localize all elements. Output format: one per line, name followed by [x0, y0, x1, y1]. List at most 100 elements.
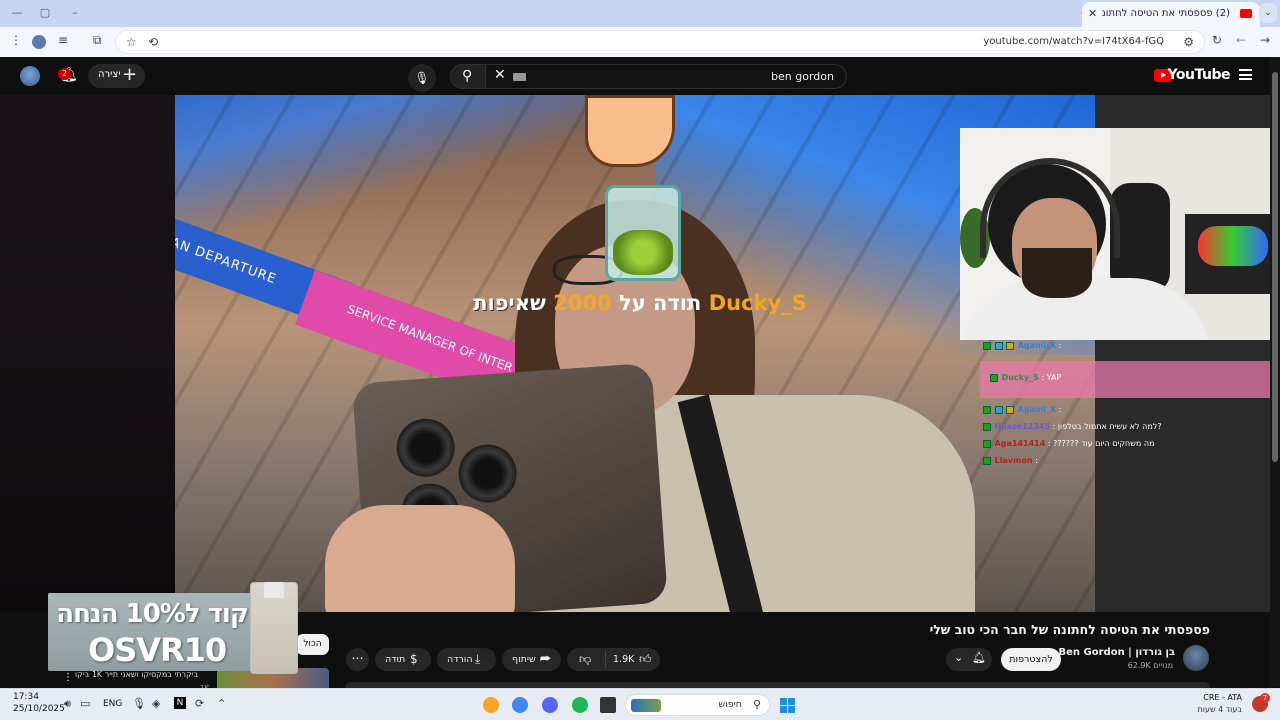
filter-chip-all[interactable]: הכול — [296, 634, 329, 655]
clear-search-icon[interactable]: ✕ — [494, 67, 506, 83]
address-bar[interactable]: ☆ ⟲ youtube.com/watch?v=I74tX64-fGQ ⚙ — [115, 30, 1205, 54]
search-button[interactable]: ⚲ — [450, 64, 486, 89]
volume-icon[interactable]: 🔊︎ — [64, 697, 71, 711]
share-button[interactable]: שיתוף ⮫ — [502, 648, 561, 671]
video-title: פספסתי את הטיסה לחתונה של חבר הכי טוב של… — [929, 622, 1210, 637]
taskbar-search-placeholder: חיפוש — [718, 699, 742, 710]
reload-icon[interactable]: ↻ — [1212, 33, 1222, 47]
perfume-cap — [264, 582, 284, 598]
camera-lens-icon — [456, 442, 519, 505]
notion-icon[interactable]: N — [174, 697, 186, 709]
like-icon[interactable]: 👍︎ — [639, 648, 652, 671]
player-left-gutter — [0, 95, 175, 612]
search-query: ben gordon — [771, 70, 834, 83]
download-button[interactable]: הורדה ⤓ — [437, 648, 496, 671]
guide-menu-icon[interactable] — [1239, 69, 1252, 80]
search-input[interactable]: ✕ ben gordon — [485, 64, 847, 89]
chat-username: Liavmon — [994, 456, 1033, 465]
account-avatar[interactable] — [20, 66, 40, 86]
forward-icon[interactable]: ← — [1236, 33, 1246, 47]
maximize-window-icon[interactable]: ▢ — [36, 5, 54, 21]
download-label: הורדה — [447, 654, 473, 665]
tray-sync-icon[interactable]: ⟳ — [195, 697, 204, 710]
more-actions-button[interactable]: ⋯ — [346, 648, 369, 671]
microphone-icon[interactable]: 🎙︎ — [132, 697, 146, 710]
headset-icon — [980, 158, 1120, 258]
create-button[interactable]: יצירה + — [88, 64, 145, 88]
channel-avatar[interactable] — [1183, 645, 1209, 671]
clock-date[interactable]: 25/10/2025 — [13, 704, 65, 714]
thanks-button[interactable]: תודה $ — [375, 648, 431, 671]
discord-icon[interactable] — [542, 697, 558, 713]
donation-amount: 2000 — [553, 291, 612, 315]
youtube-header: 🔔︎ יצירה + 🎙︎ ⚲ ✕ ben gordon YouTube — [0, 57, 1280, 95]
pointing-hand-icon — [585, 95, 675, 167]
chat-message: Ducky_S : YAP — [990, 373, 1061, 387]
video-player[interactable]: IAN DEPARTURE SERVICE MANAGER OF INTER D… — [175, 95, 1095, 612]
app-icon[interactable] — [600, 697, 616, 713]
cast-icon[interactable]: ⟲ — [148, 35, 158, 49]
input-language[interactable]: ENG — [103, 699, 122, 709]
windows-start-icon[interactable] — [780, 698, 795, 713]
search-icon: ⚲ — [752, 698, 761, 711]
chat-username: Hilaze12345 — [994, 422, 1051, 431]
thanks-label: תודה — [385, 654, 406, 665]
channel-name[interactable]: Ben Gordon | בן גורדון — [1059, 647, 1175, 658]
weather-title[interactable]: CRE - ATA — [1203, 693, 1242, 702]
scrollbar-thumb[interactable] — [1272, 72, 1278, 462]
badge-icon — [990, 373, 998, 382]
notifications-dropdown-button[interactable]: 🔔︎ ⌄ — [946, 648, 992, 671]
close-tab-icon[interactable]: ✕ — [1088, 7, 1097, 20]
donor-name: Ducky_S — [708, 291, 807, 315]
youtube-logo-text[interactable]: YouTube — [1168, 67, 1231, 83]
badge-icon — [1006, 341, 1015, 350]
chrome-icon[interactable] — [512, 697, 528, 713]
app-icon[interactable] — [483, 697, 499, 713]
media-control-icon[interactable]: ≡ — [58, 33, 68, 47]
back-icon[interactable]: → — [1260, 33, 1270, 47]
donation-suffix: שאיפות — [473, 291, 546, 315]
youtube-favicon-icon — [1240, 9, 1252, 18]
browser-tab-active[interactable]: ✕ (2) פספסתי את הטיסה לחתונה — [1082, 2, 1260, 27]
chat-message: Liavmon : — [983, 456, 1038, 470]
more-options-icon[interactable]: ⋮ — [63, 672, 73, 683]
bookmark-star-icon[interactable]: ☆ — [126, 35, 137, 49]
spotify-icon[interactable] — [572, 697, 588, 713]
subscribe-button[interactable]: להצטרפות — [1001, 648, 1061, 671]
weather-badge: 7 — [1260, 693, 1270, 703]
close-window-icon[interactable]: — — [8, 5, 26, 21]
streamer-webcam — [960, 128, 1270, 340]
chat-username: Aga141414 — [994, 439, 1046, 448]
site-settings-icon[interactable]: ⚙ — [1183, 35, 1194, 49]
network-icon[interactable]: ▭ — [80, 697, 90, 710]
chat-text: : YAP — [1041, 373, 1062, 382]
badge-icon — [983, 439, 991, 448]
clock-time[interactable]: 17:34 — [13, 692, 39, 702]
extensions-icon[interactable]: ⧉ — [93, 33, 102, 48]
weather-subtitle[interactable]: בעוד 4 שעות — [1198, 705, 1242, 714]
like-count[interactable]: 1.9K — [613, 648, 634, 671]
profile-icon[interactable] — [32, 35, 46, 49]
tray-app-icon[interactable]: ◈ — [152, 697, 160, 710]
chat-text: : למה לא עשית אתמול בטלפון? — [1052, 422, 1162, 431]
minimize-window-icon[interactable]: – — [66, 5, 84, 21]
menu-dots-icon[interactable]: ⋮ — [10, 33, 22, 47]
taskbar: 17:34 25/10/2025 🔊︎ ▭ ENG 🎙︎ ◈ N ⟳ ⌃ חיפ… — [0, 688, 1280, 720]
stream-chat: Agami_X : Ducky_S : YAP Agami_X : Hilaze… — [980, 338, 1270, 488]
tray-expand-icon[interactable]: ⌃ — [217, 697, 226, 710]
tab-search-icon[interactable]: ⌄ — [1259, 3, 1277, 23]
download-icon: ⤓ — [475, 652, 481, 666]
donation-alert: Ducky_S תודה על 2000 שאיפות — [470, 291, 810, 315]
recommended-video-title[interactable]: ביקרתי במקסיקו ושאני תייר 1K ביקו — [75, 670, 198, 679]
notification-count-badge: 2 — [58, 68, 71, 80]
chat-text: : ?????? מה משחקים היום עוד — [1047, 439, 1155, 448]
chat-text: : — [1035, 456, 1038, 465]
voice-search-icon[interactable]: 🎙︎ — [408, 64, 436, 92]
keyboard-icon[interactable] — [513, 73, 526, 81]
tab-title: (2) פספסתי את הטיסה לחתונה — [1102, 8, 1230, 19]
taskbar-search[interactable]: חיפוש ⚲ — [625, 694, 770, 716]
badge-icon — [1006, 405, 1015, 414]
chat-message: Aga141414 : ?????? מה משחקים היום עוד — [983, 439, 1155, 453]
dislike-icon[interactable]: 👎︎ — [579, 648, 591, 671]
badge-icon — [994, 341, 1003, 350]
